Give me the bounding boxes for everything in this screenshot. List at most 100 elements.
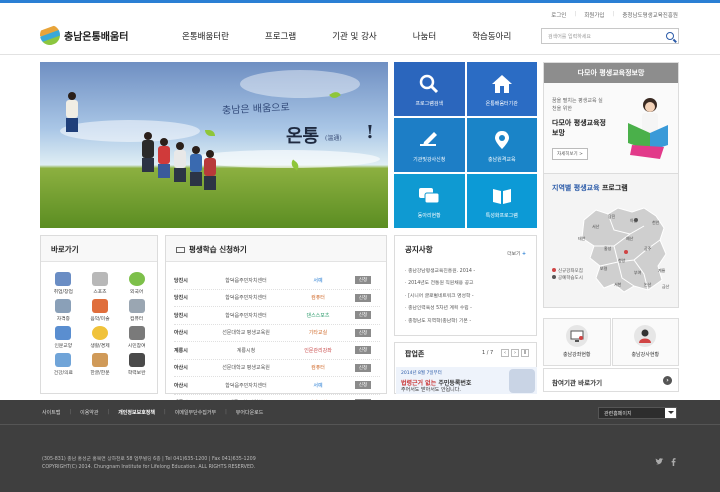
notice-item[interactable]: · [시니어 글로벌네트워크 명성학 - (405, 292, 529, 304)
apply-list: 당진시 합덕읍주민자치센터 서예 신청 당진시 합덕읍주민자치센터 컴퓨터 신청 당진시 합덕읍주… (174, 272, 380, 412)
footer-link-terms[interactable]: 이용약관 (80, 409, 98, 416)
shortcut-item[interactable]: 음악/미술 (82, 299, 119, 322)
signup-link[interactable]: 회원가입 (584, 11, 604, 19)
region-label[interactable]: 홍성 (604, 246, 611, 252)
shortcut-item[interactable]: 생활/경제 (82, 326, 119, 349)
instructor-status-button[interactable]: 충남강사현황 (611, 318, 679, 366)
pause-icon[interactable]: ll (521, 349, 529, 357)
chat-bubble-icon (418, 186, 440, 206)
apply-org[interactable]: 합덕읍주민자치센터 (202, 294, 290, 301)
tile-remote-education[interactable]: 충남원격교육 (466, 118, 537, 172)
notice-item[interactable]: · 충남강남평생교육진흥원. 2014 - (405, 267, 529, 279)
tile-special-program[interactable]: 특성화프로그램 (466, 174, 537, 228)
shortcut-item[interactable]: 건강/의료 (45, 353, 82, 376)
footer-link-viewer[interactable]: 뷰어다운로드 (236, 409, 264, 416)
nav-item-clubs[interactable]: 학습동아리 (472, 30, 511, 42)
region-label[interactable]: 서천 (614, 282, 621, 288)
shortcut-item[interactable]: 한글/한문 (82, 353, 119, 376)
top-accent-line (0, 0, 720, 3)
popup-banner[interactable]: 2014년 8월 7일부터 법령근거 없는 주민등록번호 주어서도 받아서도 안… (396, 367, 537, 394)
institute-link[interactable]: 충청남도평생교육진흥원 (622, 11, 678, 19)
apply-category[interactable]: 컴퓨터 (290, 294, 346, 301)
nav-item-about[interactable]: 온통배움터란 (182, 30, 229, 42)
apply-button[interactable]: 신청 (354, 293, 372, 302)
apply-org[interactable]: 합덕읍주민자치센터 (202, 277, 290, 284)
tile-club-status[interactable]: 동아리현황 (394, 174, 465, 228)
apply-button[interactable]: 신청 (354, 381, 372, 390)
region-label[interactable]: 아산 (630, 218, 637, 224)
apply-org[interactable]: 선문대학교 평생교육원 (202, 364, 290, 371)
course-status-button[interactable]: 충남강좌현황 (543, 318, 611, 366)
institution-link[interactable]: 참여기관 바로가기 › (543, 368, 679, 392)
next-icon[interactable]: › (511, 349, 519, 357)
apply-org[interactable]: 계룡시청 (202, 347, 290, 354)
region-label[interactable]: 태안 (578, 236, 585, 242)
region-label[interactable]: 논산 (644, 282, 651, 288)
damoa-more-button[interactable]: 자세히보기 > (552, 148, 588, 160)
popup-page-counter: 1 / 7 (482, 350, 494, 356)
apply-button[interactable]: 신청 (354, 363, 372, 372)
tile-label: 특성화프로그램 (485, 213, 518, 219)
apply-category[interactable]: 댄스스포츠 (290, 312, 346, 319)
nav-item-sharing[interactable]: 나눔터 (413, 30, 436, 42)
apply-button[interactable]: 신청 (354, 346, 372, 355)
search-input[interactable]: 검색어를 입력하세요 (541, 28, 679, 44)
login-link[interactable]: 로그인 (551, 11, 566, 19)
apply-org[interactable]: 선문대학교 평생교육원 (202, 329, 290, 336)
region-label[interactable]: 천안 (652, 220, 659, 226)
shortcut-item[interactable]: 컴퓨터 (118, 299, 155, 322)
shortcut-item[interactable]: 외국어 (118, 272, 155, 295)
apply-category[interactable]: 기타교실 (290, 329, 346, 336)
apply-button[interactable]: 신청 (354, 276, 372, 285)
region-label[interactable]: 금산 (662, 284, 669, 290)
region-label[interactable]: 서산 (592, 224, 599, 230)
footer-link-privacy[interactable]: 개인정보보호정책 (118, 409, 155, 416)
region-label[interactable]: 계룡 (658, 268, 665, 274)
speech-a-icon (128, 272, 145, 286)
apply-category[interactable]: 컴퓨터 (290, 364, 346, 371)
apply-org[interactable]: 합덕읍주민자치센터 (202, 382, 290, 389)
shortcut-item[interactable]: 인문교양 (45, 326, 82, 349)
region-label[interactable]: 보령 (600, 266, 607, 272)
damoa-banner[interactable]: 다모아 평생교육정보망 꿈을 펼치는 평생교육 실천을 위한 다모아 평생교육정… (543, 62, 679, 174)
related-sites-select[interactable]: 관련홈페이지 (598, 407, 677, 419)
apply-button[interactable]: 신청 (354, 311, 372, 320)
apply-org[interactable]: 합덕읍주민자치센터 (202, 312, 290, 319)
site-logo[interactable]: 충남온통배움터 (40, 25, 128, 45)
region-label[interactable]: 당진 (608, 214, 615, 220)
region-label[interactable]: 청양 (618, 258, 625, 264)
prev-icon[interactable]: ‹ (501, 349, 509, 357)
apply-category[interactable]: 인문관리강좌 (290, 347, 346, 354)
tile-instructor-apply[interactable]: 기관및강사신청 (394, 118, 465, 172)
shortcut-item[interactable]: 취업/창업 (45, 272, 82, 295)
nav-item-institutions[interactable]: 기관 및 강사 (332, 30, 377, 42)
shortcut-item[interactable]: 자격증 (45, 299, 82, 322)
apply-row: 당진시 합덕읍주민자치센터 댄스스포츠 신청 (174, 307, 380, 325)
footer-link-email-policy[interactable]: 이메일무단수집거부 (175, 409, 216, 416)
regional-program-map[interactable]: 지역별 평생교육 프로그램 당진 서산 아산 천안 태안 홍성 예산 보령 청양… (543, 174, 679, 308)
briefcase-icon (55, 272, 72, 286)
region-label[interactable]: 부여 (634, 270, 641, 276)
facebook-icon[interactable] (671, 458, 676, 468)
shortcut-item[interactable]: 스포츠 (82, 272, 119, 295)
notice-item[interactable]: · 충남인력육성 5차년 계획 수립 - (405, 304, 529, 316)
tile-program-search[interactable]: 프로그램검색 (394, 62, 465, 116)
notice-item[interactable]: · 2014년도 전통원 직원채용 공고 (405, 279, 529, 291)
tile-institutions[interactable]: 온통배움터기관 (466, 62, 537, 116)
nav-item-programs[interactable]: 프로그램 (265, 30, 296, 42)
chungnam-map[interactable] (574, 200, 674, 296)
apply-category[interactable]: 서예 (290, 382, 346, 389)
notice-item[interactable]: · 충청남도 지역학(충남학) 기본 - (405, 317, 529, 329)
twitter-icon[interactable] (655, 458, 664, 468)
legend-dot-icon (552, 275, 556, 279)
region-label[interactable]: 공주 (644, 246, 651, 252)
apply-button[interactable]: 신청 (354, 328, 372, 337)
hero-banner[interactable]: 충남은 배움으로 온통 (溫通) ! (40, 62, 388, 228)
search-icon[interactable] (666, 32, 674, 40)
footer-link-sitemap[interactable]: 사이트맵 (42, 409, 60, 416)
region-label[interactable]: 예산 (626, 236, 633, 242)
shortcut-item[interactable]: 학력보완 (118, 353, 155, 376)
notice-more-link[interactable]: 더보기 + (507, 250, 526, 257)
apply-category[interactable]: 서예 (290, 277, 346, 284)
shortcut-item[interactable]: 시민참여 (118, 326, 155, 349)
